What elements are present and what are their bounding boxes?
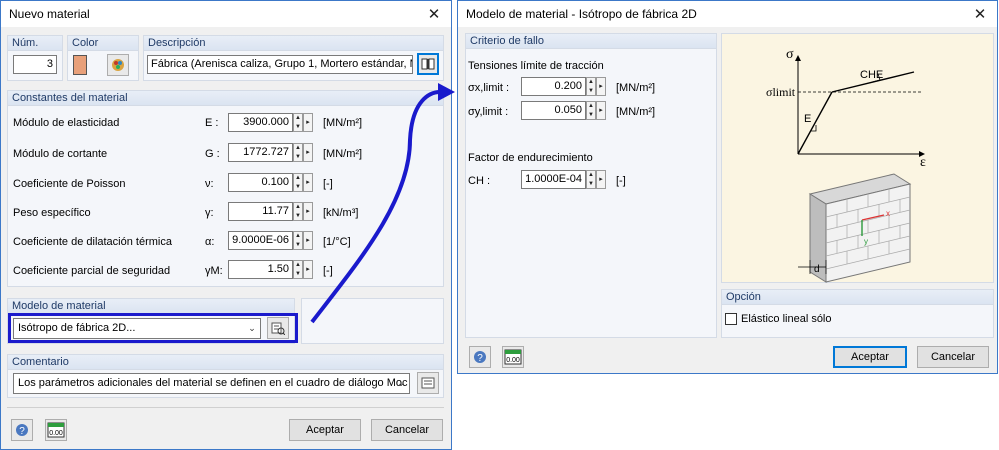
color-label: Color <box>68 36 138 51</box>
elastic-checkbox[interactable] <box>725 313 737 325</box>
criterion-label: Criterio de fallo <box>466 34 716 49</box>
row-symbol: E : <box>205 117 219 129</box>
elastic-label: Elástico lineal sólo <box>741 313 832 325</box>
ch-field[interactable]: 1.0000E-04 <box>521 170 586 189</box>
epsilon-axis-label: ε <box>920 155 926 170</box>
row-label: Peso específico <box>13 207 91 219</box>
hardening-label: Factor de endurecimiento <box>468 152 593 164</box>
comment-insert-icon[interactable] <box>417 372 439 394</box>
sy-limit-field[interactable]: 0.050 <box>521 101 586 120</box>
calculator-icon-text: 0.00 <box>49 430 63 437</box>
sx-limit-field[interactable]: 0.200 <box>521 77 586 96</box>
row-label: Módulo de cortante <box>13 148 108 160</box>
model-edit-icon[interactable] <box>267 317 289 339</box>
color-swatch[interactable] <box>73 55 87 75</box>
thickness-label: d <box>814 264 820 275</box>
help-icon[interactable]: ? <box>11 419 33 441</box>
accept-button[interactable]: Aceptar <box>833 346 907 368</box>
sx-label: σx,limit : <box>468 82 510 94</box>
weight-field[interactable]: 11.77 <box>228 202 293 221</box>
connector-arrow <box>310 83 455 324</box>
library-icon[interactable] <box>417 53 439 75</box>
color-palette-icon[interactable] <box>107 54 129 76</box>
comment-value: Los parámetros adicionales del material … <box>18 377 408 389</box>
row-symbol: ν: <box>205 178 214 190</box>
svg-text:?: ? <box>19 426 25 437</box>
close-icon[interactable]: ✕ <box>969 4 991 24</box>
ch-unit: [-] <box>616 175 626 187</box>
row-label: Módulo de elasticidad <box>13 117 120 129</box>
sy-unit: [MN/m²] <box>616 106 656 118</box>
row-symbol: G : <box>205 148 220 160</box>
model-value: Isótropo de fábrica 2D... <box>18 322 136 334</box>
dialog-title: Nuevo material <box>9 7 90 21</box>
row-symbol: γM: <box>205 265 223 277</box>
ch-label: CH : <box>468 175 490 187</box>
option-label: Opción <box>722 290 993 305</box>
title-bar: Modelo de material - Isótropo de fábrica… <box>458 1 997 27</box>
row-label: Coeficiente de Poisson <box>13 178 126 190</box>
model-select[interactable]: Isótropo de fábrica 2D... ⌄ <box>13 318 261 339</box>
footer-separator <box>7 407 444 408</box>
che-label: CHE <box>860 69 883 81</box>
spin-control[interactable]: ▲ ▼ ▸ <box>586 77 606 96</box>
calculator-icon[interactable]: 0.00 <box>502 346 524 368</box>
calculator-icon-text: 0.00 <box>506 357 520 364</box>
elasticity-field[interactable]: 3900.000 <box>228 113 293 132</box>
comment-select[interactable]: Los parámetros adicionales del material … <box>13 373 410 394</box>
poisson-field[interactable]: 0.100 <box>228 173 293 192</box>
shear-field[interactable]: 1772.727 <box>228 143 293 162</box>
e-label: E <box>804 113 811 125</box>
sigma-limit-label: σlimit <box>766 85 796 99</box>
dialog-title: Modelo de material - Isótropo de fábrica… <box>466 7 697 21</box>
row-label: Coeficiente parcial de seguridad <box>13 265 171 277</box>
svg-text:?: ? <box>477 353 483 364</box>
row-label: Coeficiente de dilatación térmica <box>13 236 172 248</box>
masonry-wall-illustration: x y d <box>798 173 912 283</box>
safety-field[interactable]: 1.50 <box>228 260 293 279</box>
spin-control[interactable]: ▲ ▼ ▸ <box>586 101 606 120</box>
num-label: Núm. <box>8 36 62 51</box>
title-bar: Nuevo material ✕ <box>1 1 451 27</box>
y-axis-label: y <box>864 237 868 246</box>
spin-control[interactable]: ▲ ▼ ▸ <box>586 170 606 189</box>
thermal-field[interactable]: 9.0000E-06 <box>228 231 293 250</box>
sy-label: σy,limit : <box>468 106 509 118</box>
modelo-material-dialog: Modelo de material - Isótropo de fábrica… <box>457 0 998 374</box>
description-field[interactable]: Fábrica (Arenisca caliza, Grupo 1, Morte… <box>147 55 413 74</box>
desc-label: Descripción <box>144 36 443 51</box>
x-axis-label: x <box>886 209 890 218</box>
comment-label: Comentario <box>8 355 443 370</box>
sx-unit: [MN/m²] <box>616 82 656 94</box>
chevron-down-icon: ⌄ <box>248 323 256 333</box>
chevron-down-icon: ⌄ <box>397 378 405 388</box>
row-symbol: γ: <box>205 207 214 219</box>
accept-button[interactable]: Aceptar <box>289 419 361 441</box>
num-field[interactable]: 3 <box>13 55 57 74</box>
sigma-axis-label: σ <box>786 47 794 62</box>
stress-strain-diagram: σ σlimit CHE E ε x y d <box>766 47 926 283</box>
calculator-icon[interactable]: 0.00 <box>45 419 67 441</box>
row-symbol: α: <box>205 236 215 248</box>
close-icon[interactable]: ✕ <box>423 4 445 24</box>
diagram-panel: σ σlimit CHE E ε x y d <box>721 33 994 283</box>
cancel-button[interactable]: Cancelar <box>917 346 989 368</box>
help-icon[interactable]: ? <box>469 346 491 368</box>
cancel-button[interactable]: Cancelar <box>371 419 443 441</box>
tension-label: Tensiones límite de tracción <box>468 60 604 72</box>
model-label: Modelo de material <box>8 299 294 314</box>
